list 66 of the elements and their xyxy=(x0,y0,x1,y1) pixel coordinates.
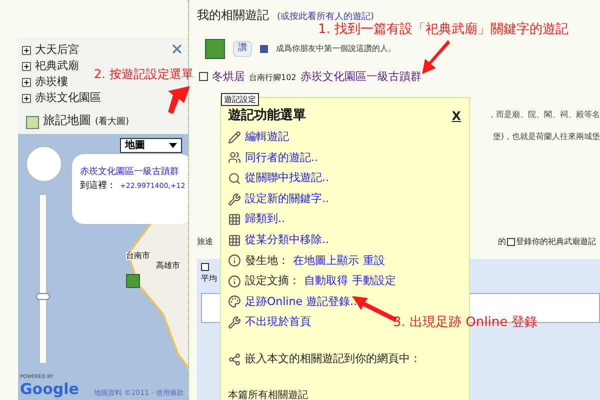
menu-text: 嵌入本文的相關遊記到你的網頁中： xyxy=(245,350,421,367)
menu-item-icon xyxy=(228,254,241,268)
menu-item-icon xyxy=(228,192,241,206)
menu-label: 設定文摘： xyxy=(245,273,300,290)
section-heading: 我的相關遊記 xyxy=(197,7,269,24)
tip-text: 的 xyxy=(498,236,506,248)
tree-item[interactable]: 大天后宮 xyxy=(35,42,79,58)
entry-source: 台南行腳102 xyxy=(249,72,296,84)
like-button[interactable]: 讚 xyxy=(233,40,252,56)
collapse-icon[interactable] xyxy=(201,263,209,271)
zoom-slider-thumb[interactable] xyxy=(36,292,50,300)
menu-item-icon xyxy=(228,213,241,226)
menu-link[interactable]: 足跡Online 遊記登錄.. xyxy=(245,294,357,310)
panel-label: 平均 xyxy=(201,273,217,285)
tree-item[interactable]: 赤崁樓 xyxy=(35,74,68,90)
menu-item-icon xyxy=(228,295,241,308)
menu-title: 遊記功能選單 xyxy=(228,107,306,126)
body-text: 堡)，也就是荷蘭人往來兩城堡 xyxy=(492,131,600,143)
expand-toggle[interactable] xyxy=(22,78,31,86)
city-label: 台南市 xyxy=(126,252,150,260)
bubble-label: 到這裡： xyxy=(80,180,116,192)
expand-toggle[interactable] xyxy=(22,46,31,54)
menu-text: 本篇所有相關遊記 xyxy=(228,388,308,400)
expand-toggle[interactable] xyxy=(22,94,31,102)
menu-link[interactable]: 同行者的遊記.. xyxy=(245,150,318,166)
annotation-text: 2. 按遊記設定選單 xyxy=(94,66,194,83)
map-link[interactable]: (看大圖) xyxy=(95,116,130,129)
close-link[interactable]: X xyxy=(452,107,461,125)
caret-icon xyxy=(169,143,177,148)
author-link[interactable]: 冬烘居 xyxy=(212,68,245,85)
menu-item-icon xyxy=(228,130,241,144)
menu-item-icon xyxy=(228,274,241,288)
expand-toggle[interactable] xyxy=(22,62,31,70)
menu-item-icon xyxy=(228,172,241,185)
arrow-icon xyxy=(422,38,450,74)
menu-link[interactable]: 自動取得 xyxy=(304,273,348,290)
bubble-link[interactable]: 赤崁文化園區一級古蹟群 xyxy=(80,166,188,180)
menu-link[interactable]: 手動設定 xyxy=(352,273,396,290)
menu-link[interactable]: 重設 xyxy=(363,252,385,269)
menu-link[interactable]: 在地圖上顯示 xyxy=(293,252,359,269)
map-type-select[interactable]: 地圖 xyxy=(120,138,182,153)
menu-item-icon xyxy=(228,352,241,366)
menu-link[interactable]: 從某分類中移除.. xyxy=(245,232,329,248)
map-title: 旅記地圖 xyxy=(43,112,91,129)
city-label: 高雄市 xyxy=(156,262,180,270)
tree-item[interactable]: 祀典武廟 xyxy=(35,58,79,74)
menu-link[interactable]: 從關聯中找遊記.. xyxy=(245,170,329,187)
tooltip: 遊記設定 xyxy=(221,93,259,106)
tip-text: 登錄你的祀典武廟遊記 xyxy=(516,236,596,248)
annotation-text: 1. 找到一篇有設「祀典武廟」關鍵字的遊記 xyxy=(318,21,569,39)
menu-link[interactable]: 編輯遊記 xyxy=(245,129,289,146)
google-logo: Google xyxy=(20,382,79,397)
like-text: 成爲你朋友中第一個說這讚的人。 xyxy=(276,42,396,54)
menu-link[interactable]: 歸類到.. xyxy=(245,211,285,228)
tip-text: 旅途 xyxy=(197,236,213,248)
annotation-text: 3. 出現足跡 Online 登錄 xyxy=(393,314,538,332)
close-icon[interactable] xyxy=(170,42,184,56)
tree-item[interactable]: 赤崁文化園區 xyxy=(35,90,101,106)
menu-link[interactable]: 不出現於首頁 xyxy=(245,314,311,331)
menu-item-icon xyxy=(228,151,241,164)
menu-link[interactable]: 設定新的關鍵字.. xyxy=(245,190,329,208)
menu-item-icon xyxy=(228,316,241,329)
menu-item-icon xyxy=(228,234,241,247)
body-text: ，而是廟、院、閣、祠、殿等名 xyxy=(488,109,600,121)
entry-title-link[interactable]: 赤崁文化園區一級古蹟群 xyxy=(300,68,422,85)
menu-label: 發生地： xyxy=(245,252,289,268)
